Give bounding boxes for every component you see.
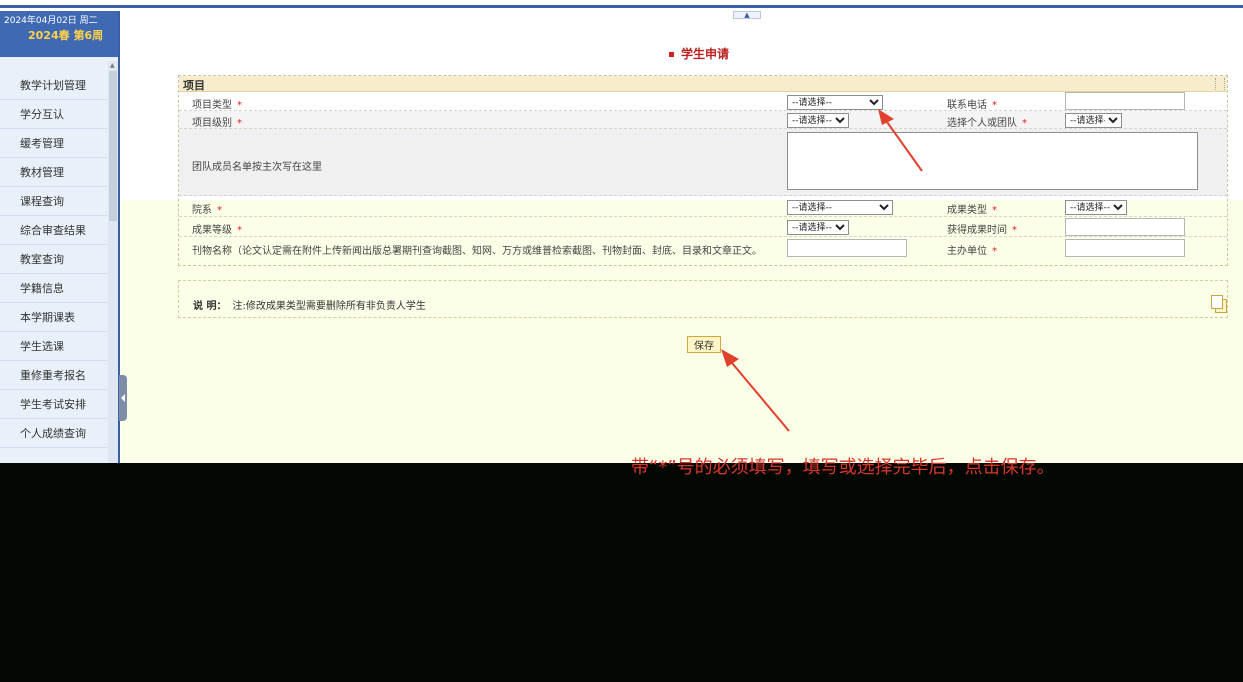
required-mark: *	[992, 100, 997, 111]
result-time-label: 获得成果时间	[947, 225, 1007, 236]
required-mark: *	[217, 205, 222, 216]
sidebar-item-review-results[interactable]: 综合审查结果	[0, 216, 108, 245]
department-label: 院系	[192, 205, 212, 216]
individual-team-select[interactable]: --请选择--	[1065, 113, 1122, 128]
instruction-annotation: 带“*”号的必须填写，填写或选择完毕后，点击保存。	[631, 457, 1055, 478]
date-panel: 2024年04月02日 周二 2024春 第6周	[0, 11, 118, 57]
sidebar-item-grade-query[interactable]: 个人成绩查询	[0, 419, 108, 448]
current-term: 2024春 第6周	[28, 29, 104, 42]
form-row-project-level: 项目级别 * --请选择-- 选择个人或团队 * --请选择--	[179, 111, 1227, 129]
sidebar-item-exam-schedule[interactable]: 学生考试安排	[0, 390, 108, 419]
resize-grip-icon	[1215, 78, 1225, 90]
sidebar-item-retake-registration[interactable]: 重修重考报名	[0, 361, 108, 390]
form-row-journal: 刊物名称（论文认定需在附件上传新闻出版总署期刊查询截图、知网、万方或维普检索截图…	[179, 237, 1227, 259]
current-date: 2024年04月02日 周二	[4, 16, 98, 26]
dark-overlay	[0, 463, 1243, 682]
phone-input[interactable]	[1065, 92, 1185, 110]
required-mark: *	[992, 205, 997, 216]
sidebar-menu: 教学计划管理 学分互认 缓考管理 教材管理 课程查询 综合审查结果 教室查询 学…	[0, 71, 108, 448]
required-mark: *	[1022, 118, 1027, 129]
save-button[interactable]: 保存	[687, 336, 721, 353]
journal-label: 刊物名称（论文认定需在附件上传新闻出版总署期刊查询截图、知网、万方或维普检索截图…	[192, 246, 762, 257]
sidebar-item-credit-recognition[interactable]: 学分互认	[0, 100, 108, 129]
result-grade-label: 成果等级	[192, 225, 232, 236]
organizer-input[interactable]	[1065, 239, 1185, 257]
sidebar-item-textbooks[interactable]: 教材管理	[0, 158, 108, 187]
form-row-project-type: 项目类型 * --请选择-- 联系电话 *	[179, 92, 1227, 111]
required-mark: *	[992, 246, 997, 257]
copy-icon[interactable]	[1211, 295, 1227, 313]
sidebar-item-teaching-plan[interactable]: 教学计划管理	[0, 71, 108, 100]
note-content: 注:修改成果类型需要删除所有非负责人学生	[232, 301, 426, 312]
required-mark: *	[237, 100, 242, 111]
phone-label: 联系电话	[947, 100, 987, 111]
result-time-input[interactable]	[1065, 218, 1185, 236]
note-panel: 说 明： 注:修改成果类型需要删除所有非负责人学生	[178, 280, 1228, 318]
note-text: 说 明： 注:修改成果类型需要删除所有非负责人学生	[193, 297, 426, 312]
sidebar-item-course-selection[interactable]: 学生选课	[0, 332, 108, 361]
sidebar-scrollbar-thumb[interactable]	[109, 71, 117, 221]
sidebar-item-classroom-query[interactable]: 教室查询	[0, 245, 108, 274]
note-prefix: 说 明：	[193, 301, 227, 312]
application-form: 项目 项目类型 * --请选择-- 联系电话 * 项目级别 * --请选择-- 选择个…	[178, 75, 1228, 266]
form-section-header: 项目	[179, 76, 1227, 92]
project-type-label: 项目类型	[192, 100, 232, 111]
project-level-select[interactable]: --请选择--	[787, 113, 849, 128]
sidebar-item-deferred-exam[interactable]: 缓考管理	[0, 129, 108, 158]
top-bar	[0, 0, 1243, 8]
sidebar-item-timetable[interactable]: 本学期课表	[0, 303, 108, 332]
required-mark: *	[1012, 225, 1017, 236]
project-level-label: 项目级别	[192, 118, 232, 129]
project-type-select[interactable]: --请选择--	[787, 95, 883, 110]
department-select[interactable]: --请选择--	[787, 200, 893, 215]
team-members-textarea[interactable]	[787, 132, 1198, 190]
team-members-label: 团队成员名单按主次写在这里	[192, 162, 322, 173]
scroll-up-icon[interactable]: ▲	[110, 62, 115, 69]
form-row-team-members: 团队成员名单按主次写在这里	[179, 129, 1227, 196]
result-grade-select[interactable]: --请选择--	[787, 220, 849, 235]
required-mark: *	[237, 225, 242, 236]
journal-input[interactable]	[787, 239, 907, 257]
result-type-select[interactable]: --请选择--	[1065, 200, 1127, 215]
page-title: 学生申请	[669, 45, 729, 62]
form-section-title: 项目	[183, 79, 205, 92]
form-row-department: 院系 * --请选择-- 成果类型 * --请选择--	[179, 197, 1227, 217]
individual-team-label: 选择个人或团队	[947, 118, 1017, 129]
sidebar-item-course-query[interactable]: 课程查询	[0, 187, 108, 216]
result-type-label: 成果类型	[947, 205, 987, 216]
required-mark: *	[237, 118, 242, 129]
sidebar-item-student-status[interactable]: 学籍信息	[0, 274, 108, 303]
organizer-label: 主办单位	[947, 246, 987, 257]
form-row-result-grade: 成果等级 * --请选择-- 获得成果时间 *	[179, 217, 1227, 237]
